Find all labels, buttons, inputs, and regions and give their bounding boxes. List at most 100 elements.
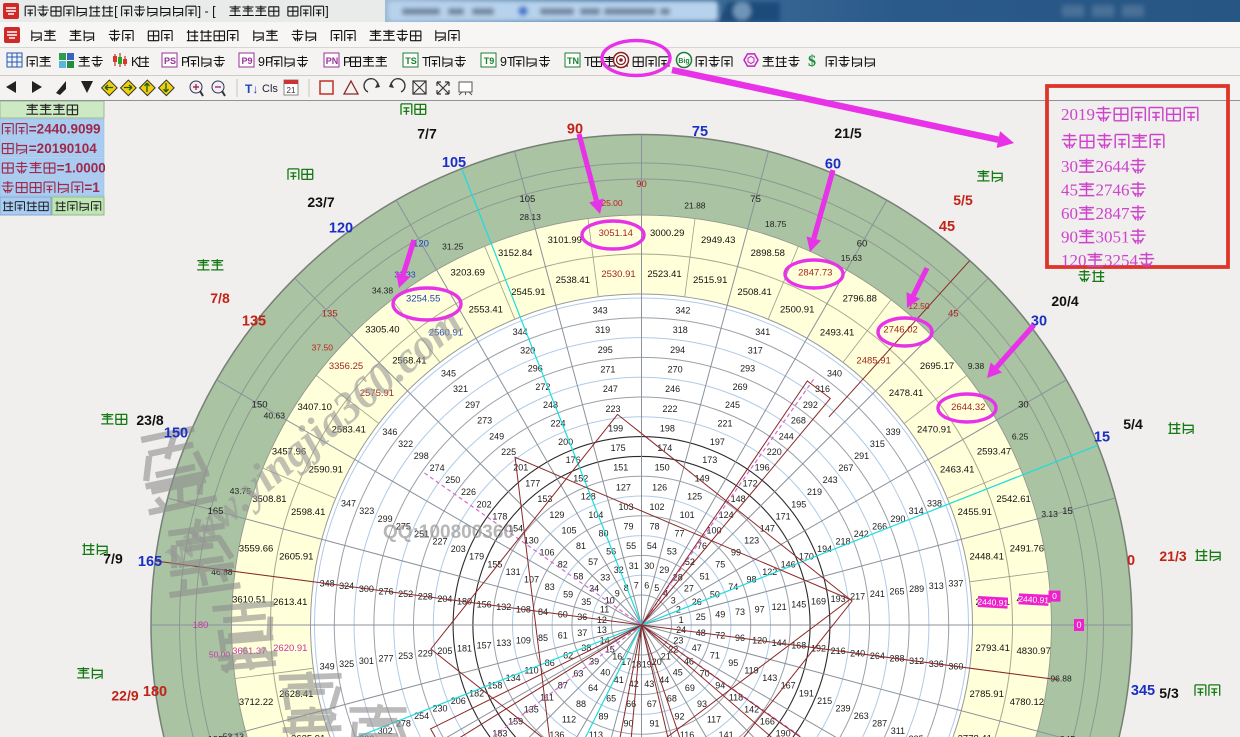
svg-text:7/8: 7/8 — [210, 290, 230, 306]
svg-text:2463.41: 2463.41 — [940, 465, 974, 476]
svg-text:9.38: 9.38 — [968, 361, 985, 371]
svg-text:293: 293 — [740, 364, 755, 374]
svg-text:9P: 9P — [258, 55, 273, 69]
svg-text:198: 198 — [660, 423, 675, 433]
svg-text:347: 347 — [341, 499, 356, 509]
svg-text:77: 77 — [674, 528, 684, 538]
svg-text:127: 127 — [616, 482, 631, 492]
svg-text:217: 217 — [850, 592, 865, 602]
svg-text:105: 105 — [442, 155, 466, 171]
svg-text:9: 9 — [615, 588, 620, 598]
svg-text:325: 325 — [339, 659, 354, 669]
svg-text:90: 90 — [636, 179, 647, 190]
svg-text:145: 145 — [791, 599, 806, 609]
svg-text:2485.91: 2485.91 — [856, 356, 890, 367]
svg-text:180: 180 — [143, 684, 167, 700]
svg-text:]: ] — [325, 5, 328, 19]
svg-text:135: 135 — [242, 314, 266, 330]
svg-text:3559.66: 3559.66 — [239, 544, 273, 555]
svg-text:254: 254 — [414, 711, 429, 721]
svg-text:7: 7 — [634, 580, 639, 590]
svg-text:[: [ — [114, 5, 118, 19]
svg-text:112: 112 — [562, 715, 576, 725]
svg-text:45: 45 — [939, 219, 955, 235]
svg-text:13: 13 — [597, 625, 607, 635]
svg-text:2508.41: 2508.41 — [737, 287, 771, 298]
svg-text:18.75: 18.75 — [765, 219, 787, 229]
svg-text:311: 311 — [891, 726, 905, 736]
svg-text:78: 78 — [649, 522, 659, 532]
svg-text:15.63: 15.63 — [841, 253, 863, 263]
svg-text:=2440.9099: =2440.9099 — [29, 122, 101, 137]
svg-text:Cls: Cls — [262, 83, 278, 95]
svg-text:318: 318 — [673, 325, 688, 335]
svg-text:100: 100 — [706, 526, 721, 536]
svg-text:105: 105 — [561, 526, 576, 536]
svg-text:266: 266 — [872, 521, 887, 531]
svg-text:15: 15 — [1062, 506, 1073, 517]
svg-text:37: 37 — [577, 628, 587, 638]
svg-text:150: 150 — [252, 400, 268, 411]
svg-text:2553.41: 2553.41 — [469, 305, 503, 316]
svg-text:54: 54 — [647, 541, 657, 551]
svg-text:55: 55 — [626, 541, 636, 551]
svg-text:P9: P9 — [241, 56, 252, 66]
svg-text:Big: Big — [678, 58, 689, 65]
svg-text:107: 107 — [524, 574, 539, 584]
svg-text:5/4: 5/4 — [1123, 416, 1143, 432]
svg-text:317: 317 — [748, 345, 763, 355]
svg-text:3: 3 — [671, 596, 676, 606]
svg-text:2523.41: 2523.41 — [647, 269, 681, 280]
svg-text:9T: 9T — [500, 55, 515, 69]
svg-text:PS: PS — [164, 56, 176, 66]
svg-text:=1.00000: =1.00000 — [57, 161, 114, 176]
svg-text:4780.12: 4780.12 — [1010, 697, 1044, 708]
svg-text:21.88: 21.88 — [684, 201, 706, 211]
svg-text:2847.73: 2847.73 — [798, 268, 832, 279]
svg-text:239: 239 — [835, 704, 850, 714]
svg-text:106: 106 — [539, 548, 554, 558]
svg-text:323: 323 — [359, 506, 374, 516]
svg-text:319: 319 — [595, 325, 610, 335]
svg-text:2542.61: 2542.61 — [996, 494, 1030, 505]
svg-text:64: 64 — [588, 683, 598, 693]
svg-text:=20190104: =20190104 — [29, 141, 97, 156]
svg-text:2530.91: 2530.91 — [601, 269, 635, 280]
svg-text:215: 215 — [817, 696, 832, 706]
svg-text:67: 67 — [647, 699, 657, 709]
svg-text:123: 123 — [744, 535, 759, 545]
svg-text:96.88: 96.88 — [1050, 674, 1072, 684]
svg-text:81: 81 — [576, 541, 586, 551]
svg-text:199: 199 — [608, 423, 623, 433]
svg-text:268: 268 — [791, 416, 806, 426]
svg-text:150: 150 — [164, 426, 188, 442]
svg-text:341: 341 — [755, 327, 770, 337]
svg-text:181: 181 — [457, 643, 472, 653]
svg-text:23: 23 — [673, 635, 683, 645]
svg-text:11: 11 — [600, 605, 609, 615]
svg-text:T: T — [422, 55, 430, 69]
svg-text:3101.99: 3101.99 — [548, 235, 582, 246]
svg-text:177: 177 — [525, 478, 540, 488]
svg-text:250: 250 — [445, 475, 460, 485]
svg-text:2793.41: 2793.41 — [976, 643, 1010, 654]
svg-text:3305.40: 3305.40 — [365, 325, 399, 336]
svg-text:2598.41: 2598.41 — [291, 507, 325, 518]
svg-text:QQ:100800360: QQ:100800360 — [383, 522, 514, 543]
svg-text:43: 43 — [644, 679, 654, 689]
svg-text:2620.91: 2620.91 — [273, 643, 307, 654]
svg-text:31: 31 — [629, 561, 639, 571]
svg-text:141: 141 — [719, 730, 734, 737]
svg-text:244: 244 — [779, 431, 794, 441]
svg-text:129: 129 — [549, 510, 564, 520]
svg-text:47: 47 — [692, 643, 702, 653]
svg-text:2949.43: 2949.43 — [701, 235, 735, 246]
svg-text:301: 301 — [359, 656, 374, 666]
svg-text:30: 30 — [1018, 400, 1029, 411]
svg-text:150: 150 — [655, 463, 670, 473]
svg-text:30: 30 — [644, 561, 654, 571]
svg-text:53: 53 — [667, 547, 677, 557]
svg-text:75: 75 — [715, 560, 725, 570]
svg-text:178: 178 — [492, 511, 507, 521]
svg-text:20/4: 20/4 — [1051, 293, 1078, 309]
